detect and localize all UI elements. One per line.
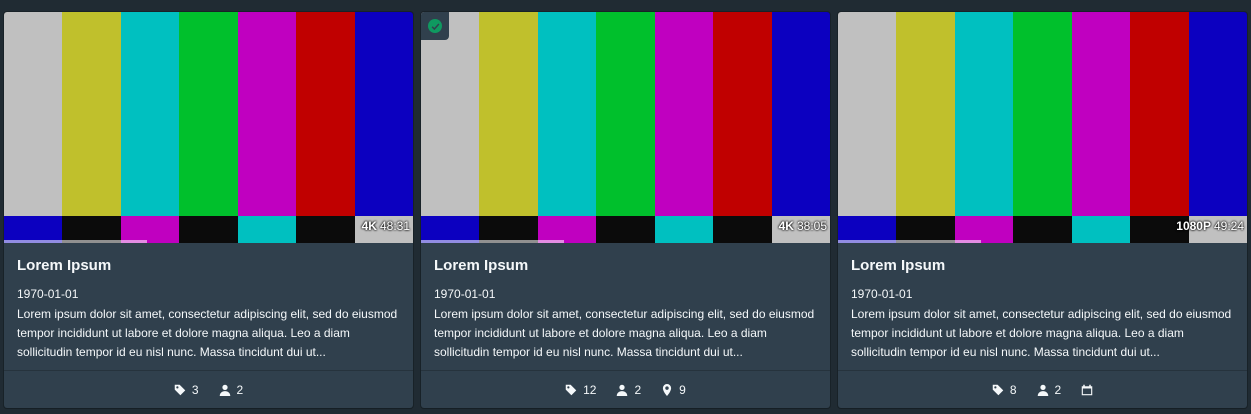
scene-description: Lorem ipsum dolor sit amet, consectetur …	[17, 307, 398, 359]
scene-card[interactable]: 4K 38:05 Lorem Ipsum 1970-01-01 Lorem ip…	[421, 12, 830, 408]
color-bars-image	[421, 12, 830, 216]
user-icon	[617, 384, 628, 396]
tags-count: 8	[1009, 382, 1017, 397]
scene-card[interactable]: 1080P 49:24 Lorem Ipsum 1970-01-01 Lorem…	[838, 12, 1247, 408]
scene-title[interactable]: Lorem Ipsum	[434, 256, 817, 276]
card-popovers: 12 2 9	[421, 370, 830, 408]
markers-count-button[interactable]: 9	[661, 383, 686, 397]
performers-count-button[interactable]: 2	[219, 382, 244, 397]
scene-thumbnail[interactable]: 1080P 49:24	[838, 12, 1247, 243]
tags-count: 3	[191, 382, 199, 397]
markers-count: 9	[679, 382, 686, 397]
scene-date: 1970-01-01	[851, 287, 913, 301]
scene-thumbnail[interactable]: 4K 48:31	[4, 12, 413, 243]
scene-date: 1970-01-01	[434, 287, 496, 301]
color-bars-image	[4, 12, 413, 216]
calendar-icon	[1081, 384, 1093, 395]
duration-label: 38:05	[796, 219, 827, 233]
video-specs-overlay: 4K 48:31	[362, 219, 410, 233]
performers-count-button[interactable]: 2	[616, 383, 641, 397]
card-popovers: 3 2	[4, 370, 413, 408]
map-marker-icon	[663, 383, 672, 396]
tag-icon	[565, 384, 577, 395]
scene-card[interactable]: 4K 48:31 Lorem Ipsum 1970-01-01 Lorem ip…	[4, 12, 413, 408]
performers-count: 2	[634, 382, 642, 397]
color-bars-image	[838, 12, 1247, 216]
user-icon	[1037, 384, 1048, 396]
tags-count-button[interactable]: 3	[174, 383, 199, 397]
user-icon	[219, 384, 230, 396]
duration-label: 49:24	[1213, 219, 1244, 233]
video-specs-overlay: 4K 38:05	[779, 219, 827, 233]
select-checkbox[interactable]	[421, 12, 449, 40]
resolution-label: 4K	[778, 219, 794, 233]
scene-title[interactable]: Lorem Ipsum	[851, 256, 1234, 276]
performers-count: 2	[1054, 382, 1062, 397]
check-circle-icon	[428, 19, 442, 33]
tag-icon	[992, 384, 1004, 395]
tag-icon	[174, 384, 186, 395]
tags-count: 12	[583, 382, 597, 397]
video-specs-overlay: 1080P 49:24	[1176, 219, 1244, 233]
scene-description: Lorem ipsum dolor sit amet, consectetur …	[851, 307, 1232, 359]
resolution-label: 1080P	[1176, 219, 1211, 233]
duration-label: 48:31	[379, 219, 410, 233]
resume-progress-bar	[4, 240, 148, 243]
performers-count: 2	[236, 382, 244, 397]
resume-progress-bar	[838, 240, 982, 243]
performers-count-button[interactable]: 2	[1037, 382, 1062, 397]
tags-count-button[interactable]: 12	[565, 383, 596, 397]
card-popovers: 8 2	[838, 370, 1247, 408]
scene-card-grid: 4K 48:31 Lorem Ipsum 1970-01-01 Lorem ip…	[4, 12, 1247, 408]
scene-title[interactable]: Lorem Ipsum	[17, 256, 400, 276]
scene-thumbnail[interactable]: 4K 38:05	[421, 12, 830, 243]
tags-count-button[interactable]: 8	[992, 383, 1017, 397]
resolution-label: 4K	[361, 219, 377, 233]
scene-date: 1970-01-01	[17, 287, 79, 301]
date-badge-button[interactable]	[1081, 384, 1093, 396]
scene-description: Lorem ipsum dolor sit amet, consectetur …	[434, 307, 815, 359]
resume-progress-bar	[421, 240, 565, 243]
